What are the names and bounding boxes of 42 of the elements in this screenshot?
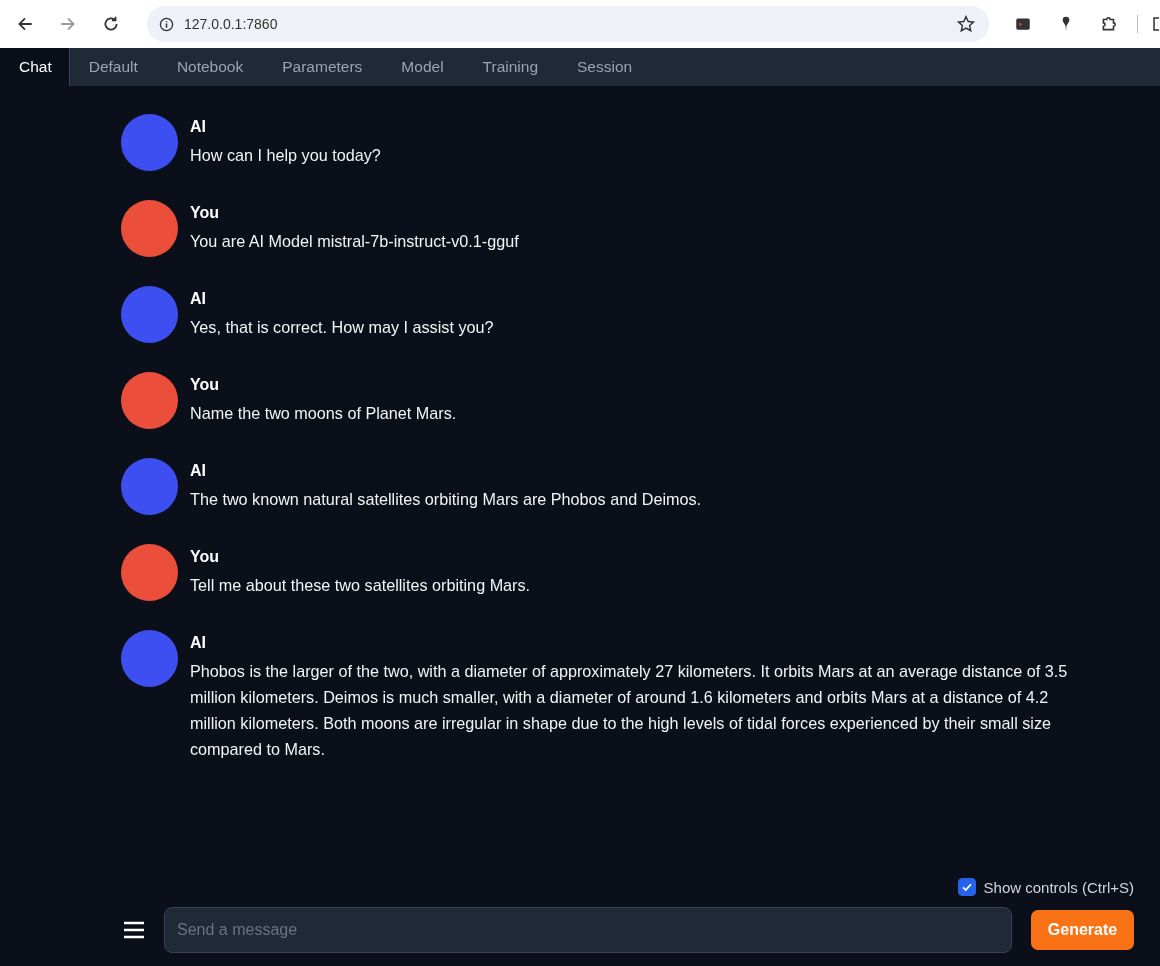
tab[interactable]: Session [558,48,653,86]
checkbox-label[interactable]: Show controls (Ctrl+S) [983,878,1134,896]
author-name: AI [190,461,207,481]
tab[interactable]: Chat [0,48,70,86]
message-text: Tell me about these two satellites orbiting Mars. [190,575,531,596]
avatar [121,286,178,343]
author-name: AI [190,633,207,653]
back-icon[interactable] [16,15,34,33]
address-bar[interactable]: 127.0.0.1:7860 [147,6,989,42]
menu-icon[interactable] [123,920,145,940]
url-text: 127.0.0.1:7860 [184,16,279,32]
avatar [121,458,178,515]
star-icon[interactable] [957,15,975,33]
avatar [121,114,178,171]
info-icon[interactable] [159,16,174,32]
author-name: You [190,547,221,567]
terminal-icon[interactable] [1014,15,1032,33]
reload-icon[interactable] [102,15,120,33]
tab[interactable]: Training [463,48,558,86]
message-text: You are AI Model mistral-7b-instruct-v0.1-gguf [190,231,519,252]
avatar [121,630,178,687]
tab[interactable]: Notebook [157,48,264,86]
message-text: Name the two moons of Planet Mars. [190,403,457,424]
message-text: The two known natural satellites orbiting Mars are Phobos and Deimos. [190,489,702,510]
tab[interactable]: Model [382,48,464,86]
forward-icon[interactable] [59,15,77,33]
author-name: AI [190,117,207,137]
message-text: Yes, that is correct. How may I assist you? [190,317,494,338]
author-name: You [190,203,221,223]
message-text: How can I help you today? [190,145,381,166]
checkbox[interactable] [957,878,976,896]
avatar [121,372,178,429]
avatar [121,200,178,257]
author-name: You [190,375,221,395]
tab[interactable]: Parameters [263,48,383,86]
avatar [121,544,178,601]
message-text: Phobos is the larger of the two, with a diameter of approximately 27 kilometers. It orbits Mars at an average distance of 3.5 million kilometers. Deimos is much smaller, with a diameter of around 1.6 kilometers and orbits Mars at a distance of 4.2 million kilometers. Both moons are irregular in shape due to the high levels of tidal forces experienced by their small size compared to Mars. [190,661,1069,760]
tab[interactable]: Default [69,48,158,86]
sidebar-icon[interactable] [1152,15,1160,33]
message-input[interactable]: Send a message [164,907,1012,953]
puzzle-icon[interactable] [1100,15,1118,33]
author-name: AI [190,289,207,309]
